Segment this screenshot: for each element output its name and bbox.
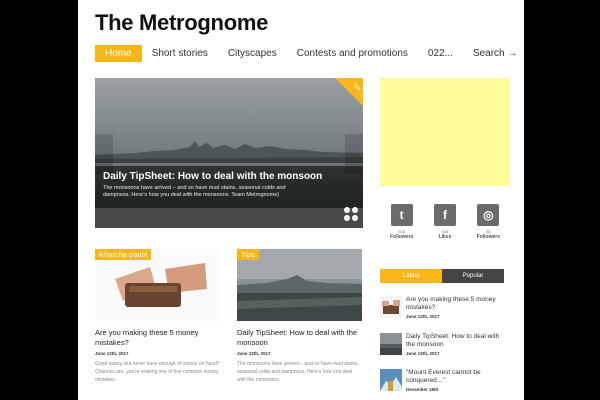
sidebar-post-title[interactable]: Daily TipSheet: How to deal with the mon… [406, 333, 504, 349]
nav-search[interactable]: Search → [463, 45, 524, 62]
card-category-badge[interactable]: Tips [237, 249, 259, 260]
social-counters: t 818 Followers f 548 Likes ◎ 88 Followe… [380, 204, 510, 244]
nav-item-short-stories[interactable]: Short stories [142, 45, 218, 62]
page-container: The Metrognome Home Short stories Citysc… [78, 0, 524, 400]
monsoon-thumbnail [380, 333, 402, 355]
social-instagram[interactable]: ◎ 88 Followers [470, 204, 506, 244]
facebook-label: Likes [438, 234, 452, 240]
instagram-label: Followers [476, 234, 500, 240]
sidebar-post-date: December 18th [406, 387, 439, 392]
slider-excerpt: The monsoons have arrived – and so have … [103, 185, 286, 198]
slider-caption: Daily TipSheet: How to deal with the mon… [95, 166, 363, 208]
card-title[interactable]: Are you making these 5 money mistakes? [95, 328, 220, 348]
sidebar-post-title[interactable]: Are you making these 5 money mistakes? [406, 296, 504, 312]
main-navigation: Home Short stories Cityscapes Contests a… [95, 45, 524, 62]
nav-item-home[interactable]: Home [95, 45, 142, 62]
card-category-badge[interactable]: Kharcha paani [95, 249, 152, 260]
card-date: June 12th, 2017 [95, 351, 129, 356]
instagram-icon: ◎ [477, 204, 500, 226]
tab-popular[interactable]: Popular [442, 269, 504, 283]
twitter-icon: t [390, 204, 413, 226]
nav-item-cityscapes[interactable]: Cityscapes [218, 45, 287, 62]
card-excerpt: Good salary, but never have enough of mo… [95, 361, 220, 383]
arrow-right-icon: → [507, 48, 518, 59]
sidebar-ad-box[interactable] [380, 78, 510, 186]
card-image[interactable]: Kharcha paani [95, 249, 220, 321]
site-title[interactable]: The Metrognome [95, 10, 268, 36]
sidebar-post-title[interactable]: "Mount Everest cannot be conquered…" [406, 369, 504, 385]
sidebar-post[interactable]: Daily TipSheet: How to deal with the mon… [380, 333, 504, 356]
slider-title[interactable]: Daily TipSheet: How to deal with the mon… [103, 171, 355, 182]
featured-slider[interactable]: Tips Daily TipSheet: How to deal with th… [95, 78, 363, 228]
card-date: June 12th, 2017 [237, 351, 271, 356]
city-skyline-image [95, 141, 363, 163]
sidebar-tabs: Latest Popular [380, 269, 504, 283]
slider-badge-label: Tips [350, 81, 362, 93]
nav-item-022[interactable]: 022... [418, 45, 463, 62]
search-label: Search [472, 48, 505, 59]
slider-footer-bar [95, 208, 363, 228]
wallet-thumbnail [380, 296, 402, 318]
nav-item-contests[interactable]: Contests and promotions [287, 45, 418, 62]
sidebar-post[interactable]: "Mount Everest cannot be conquered…" Dec… [380, 369, 504, 392]
sidebar-post-date: June 12th, 2017 [406, 314, 440, 319]
social-facebook[interactable]: f 548 Likes [427, 204, 463, 244]
sidebar-post-date: June 12th, 2017 [406, 351, 440, 356]
slider-category-badge[interactable]: Tips [335, 78, 363, 106]
card-title[interactable]: Daily TipSheet: How to deal with the mon… [237, 328, 362, 348]
twitter-label: Followers [389, 234, 414, 240]
sidebar-post[interactable]: Are you making these 5 money mistakes? J… [380, 296, 504, 319]
post-card[interactable]: Kharcha paani Are you making these 5 mon… [95, 249, 220, 384]
facebook-icon: f [433, 204, 456, 226]
grid-menu-icon[interactable] [344, 204, 358, 224]
tab-latest[interactable]: Latest [380, 269, 442, 283]
card-excerpt: The monsoons have arrived – and so have … [237, 361, 359, 383]
card-image[interactable]: Tips [237, 249, 362, 321]
social-twitter[interactable]: t 818 Followers [384, 204, 420, 244]
everest-thumbnail [380, 369, 402, 391]
post-card[interactable]: Tips Daily TipSheet: How to deal with th… [237, 249, 362, 384]
